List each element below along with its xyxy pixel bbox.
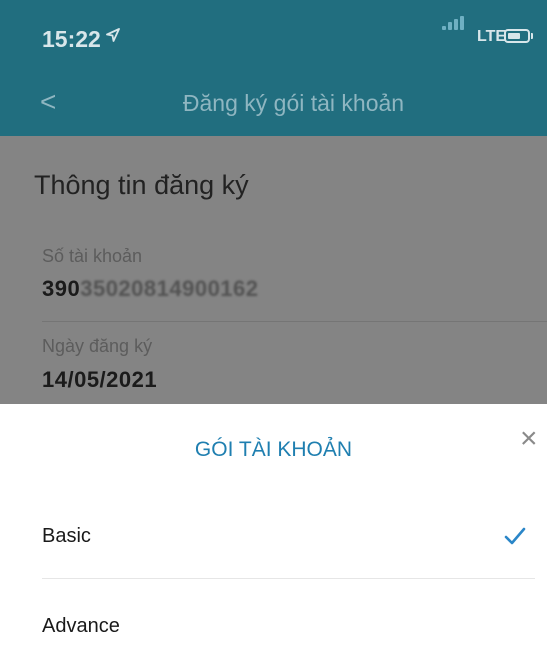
- close-icon[interactable]: ×: [520, 424, 538, 454]
- battery-icon: [504, 29, 530, 43]
- package-option-advance[interactable]: Advance: [42, 615, 120, 638]
- battery-nub: [531, 33, 533, 39]
- network-type: LTE: [477, 28, 507, 45]
- status-bar: 15:22 LTE: [0, 0, 547, 80]
- package-option-basic[interactable]: Basic: [42, 525, 91, 548]
- status-time: 15:22: [42, 26, 101, 52]
- modal-backdrop[interactable]: [0, 136, 547, 404]
- sheet-title: GÓI TÀI KHOẢN: [194, 438, 353, 461]
- location-arrow-icon: [106, 28, 120, 42]
- page-title: Đăng ký gói tài khoản: [182, 90, 405, 116]
- check-icon: [504, 527, 526, 545]
- option-divider: [42, 578, 535, 579]
